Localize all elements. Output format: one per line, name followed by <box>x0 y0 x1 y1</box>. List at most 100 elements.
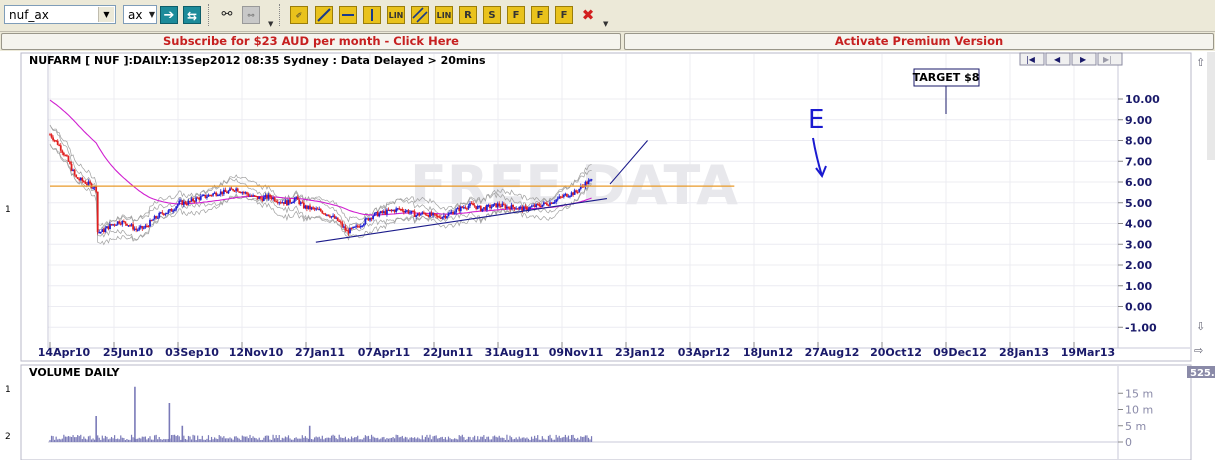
regression-channel-tool-icon[interactable]: LIN <box>435 6 453 24</box>
candle-body <box>470 203 473 205</box>
x-tick-label: 12Nov10 <box>229 346 284 359</box>
candle-body <box>267 194 270 199</box>
scroll-down-icon[interactable]: ⇩ <box>1196 320 1205 333</box>
symbol-combobox[interactable]: nuf_ax ▼ <box>4 5 116 24</box>
volume-bar <box>74 437 76 442</box>
candle-body <box>73 169 76 175</box>
candle-body <box>476 206 479 209</box>
volume-bar <box>183 435 185 442</box>
volume-bar <box>352 438 354 442</box>
vertical-line-tool-icon[interactable] <box>363 6 381 24</box>
volume-bar <box>310 439 313 442</box>
volume-bar <box>418 438 420 442</box>
volume-bar <box>83 436 85 442</box>
candle-body <box>312 207 314 209</box>
candle-body <box>196 197 199 199</box>
volume-bar <box>434 435 436 442</box>
volume-bar <box>80 434 82 442</box>
volume-bar <box>250 438 253 442</box>
candle-body <box>546 203 548 206</box>
volume-bar <box>512 439 514 442</box>
candle-body <box>176 204 179 207</box>
candle-body <box>255 195 258 198</box>
fibonacci-fan-tool-icon[interactable]: F <box>555 6 573 24</box>
candle-body <box>218 194 221 196</box>
horizontal-line-tool-icon[interactable] <box>339 6 357 24</box>
candle-body <box>507 206 510 208</box>
linear-regression-tool-icon[interactable]: LIN <box>387 6 405 24</box>
volume-bar <box>372 436 374 442</box>
volume-bar <box>497 437 499 442</box>
candle-body <box>138 227 141 230</box>
fibonacci-tool-icon[interactable]: F <box>507 6 525 24</box>
volume-bar <box>283 438 285 442</box>
x-tick-label: 19Mar13 <box>1061 346 1115 359</box>
binoculars-icon[interactable]: ⚯ <box>218 6 236 24</box>
toolbar-overflow-icon[interactable]: ▼ <box>268 20 273 28</box>
go-arrow-icon[interactable]: ➔ <box>160 6 178 24</box>
x-tick-label: 14Apr10 <box>38 346 91 359</box>
candle-body <box>141 226 144 229</box>
volume-bar <box>480 436 482 442</box>
draw-tool-icon[interactable]: ✐ <box>290 6 308 24</box>
candle-body <box>349 227 351 234</box>
candle-body <box>382 211 385 213</box>
parallel-lines-tool-icon[interactable] <box>411 6 429 24</box>
candle-body <box>102 229 105 233</box>
toolbar-overflow-icon[interactable]: ▼ <box>603 20 608 28</box>
volume-bar <box>484 439 486 442</box>
candle-body <box>449 212 451 214</box>
scroll-right-icon[interactable]: ⇨ <box>1194 344 1203 357</box>
chevron-down-icon[interactable]: ▼ <box>98 7 114 22</box>
volume-bar <box>509 435 511 442</box>
volume-bar <box>534 435 536 442</box>
exchange-input[interactable]: ax <box>128 8 142 22</box>
chevron-down-icon[interactable]: ▼ <box>143 6 161 24</box>
support-tool-icon[interactable]: S <box>483 6 501 24</box>
candle-body <box>369 217 371 221</box>
volume-bar <box>206 438 208 442</box>
candle-body <box>492 204 494 207</box>
volume-bar <box>360 439 362 442</box>
activate-premium-button[interactable]: Activate Premium Version <box>624 33 1214 50</box>
candle-body <box>559 196 562 198</box>
candle-body <box>399 209 402 211</box>
candle-body <box>210 195 213 197</box>
volume-bar <box>146 439 148 442</box>
volume-bar <box>523 437 525 442</box>
candle-body <box>146 225 148 227</box>
candle-body <box>293 198 296 202</box>
subscribe-button[interactable]: Subscribe for $23 AUD per month - Click … <box>1 33 621 50</box>
volume-bar <box>467 436 470 442</box>
symbol-input[interactable]: nuf_ax <box>9 8 49 22</box>
candle-body <box>552 202 554 204</box>
candle-body <box>170 209 173 212</box>
volume-bar <box>364 435 366 442</box>
candle-body <box>539 205 542 208</box>
candle-body <box>409 212 411 214</box>
volume-bar <box>381 437 383 442</box>
tool-label: S <box>488 10 496 21</box>
volume-bar <box>229 437 231 442</box>
skip-end-icon[interactable]: ▶| <box>1103 55 1112 64</box>
candle-body <box>450 212 453 214</box>
volume-bar <box>470 439 473 442</box>
candle-body <box>367 218 370 221</box>
volume-bar <box>123 437 125 442</box>
chevron-left-icon[interactable]: ◀ <box>1054 55 1061 64</box>
price-scrollbar[interactable] <box>1207 52 1215 160</box>
volume-bar <box>221 437 223 442</box>
line-tool-icon[interactable] <box>315 6 333 24</box>
refresh-icon[interactable]: ⇆ <box>183 6 201 24</box>
volume-bar <box>375 438 377 442</box>
candle-body <box>542 202 545 205</box>
resistance-tool-icon[interactable]: R <box>459 6 477 24</box>
candle-body <box>264 195 267 197</box>
scroll-up-icon[interactable]: ⇧ <box>1196 56 1205 69</box>
volume-bar <box>297 438 299 442</box>
delete-drawings-icon[interactable]: ✖ <box>579 6 597 24</box>
candle-body <box>112 224 114 226</box>
chevron-right-icon[interactable]: ▶ <box>1080 55 1087 64</box>
skip-start-icon[interactable]: |◀ <box>1026 55 1036 64</box>
fibonacci-extension-tool-icon[interactable]: F <box>531 6 549 24</box>
